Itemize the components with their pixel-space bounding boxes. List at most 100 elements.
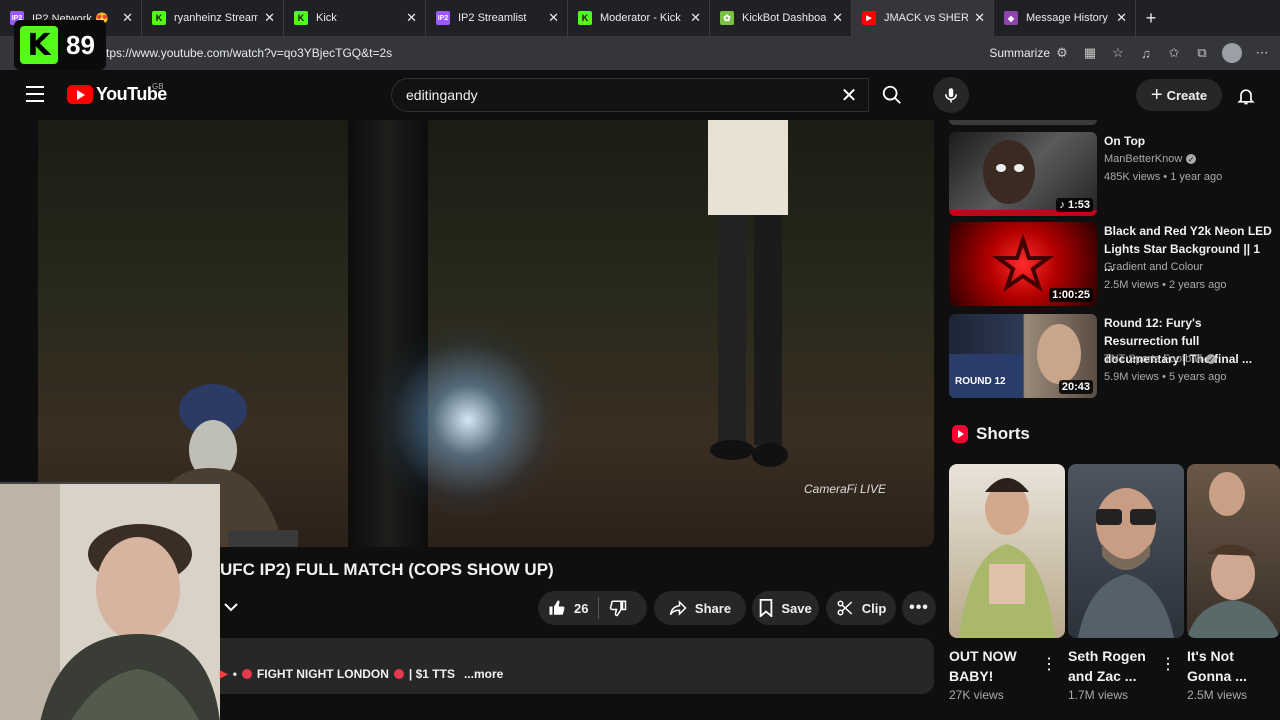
- close-icon[interactable]: ✕: [122, 10, 133, 26]
- tab-moderator-kick[interactable]: K Moderator - Kick D ✕: [568, 0, 710, 36]
- recommended-video[interactable]: 1:00:25 Black and Red Y2k Neon LED Light…: [949, 222, 1274, 306]
- close-icon[interactable]: ✕: [264, 10, 275, 26]
- search-input[interactable]: [406, 87, 826, 103]
- close-icon[interactable]: ✕: [1116, 10, 1127, 26]
- thumbnail-caption: ROUND 12: [955, 376, 1006, 387]
- summarize-button[interactable]: Summarize ⚙: [989, 45, 1070, 61]
- more-options-icon[interactable]: ⋯: [1254, 45, 1270, 61]
- short-item[interactable]: It's Not Gonna ... 2.5M views: [1187, 464, 1280, 702]
- hamburger-menu-icon[interactable]: [26, 86, 44, 102]
- tab-ryanheinz-stream[interactable]: K ryanheinz Stream - ✕: [142, 0, 284, 36]
- bookmark-icon: [760, 599, 773, 617]
- bullet-separator: •: [232, 667, 237, 681]
- tab-label: Message History - \: [1026, 12, 1110, 24]
- tab-youtube-active[interactable]: ▶ JMACK vs SHERWI ✕: [852, 0, 994, 36]
- recommended-video[interactable]: ROUND 12 20:43 Round 12: Fury's Resurrec…: [949, 314, 1274, 398]
- youtube-play-icon: [67, 85, 93, 104]
- short-views: 1.7M views: [1068, 688, 1129, 702]
- recommended-video[interactable]: ♪ 1:53 On Top ManBetterKnow ✓ 485K views…: [949, 132, 1274, 216]
- share-label: Share: [694, 600, 732, 616]
- share-icon: [669, 600, 687, 616]
- channel-name[interactable]: Gradient and Colour: [1104, 261, 1203, 273]
- kick-favicon-icon: K: [294, 11, 308, 25]
- short-item[interactable]: Seth Rogen and Zac ... 1.7M views ⋮: [1068, 464, 1184, 702]
- short-thumbnail[interactable]: [1068, 464, 1184, 638]
- shorts-heading: Shorts: [952, 424, 1030, 444]
- channel-name[interactable]: ManBetterKnow ✓: [1104, 153, 1197, 165]
- search-icon: [882, 85, 901, 104]
- tab-label: ryanheinz Stream -: [174, 12, 259, 24]
- kebab-menu-icon[interactable]: ⋮: [1160, 654, 1176, 674]
- kick-logo-icon: K: [20, 26, 58, 64]
- close-icon[interactable]: ✕: [548, 10, 559, 26]
- profile-avatar[interactable]: [1222, 43, 1242, 63]
- bookmark-star-icon[interactable]: ☆: [1110, 45, 1126, 61]
- close-icon[interactable]: ✕: [832, 10, 843, 26]
- video-watermark: CameraFi LIVE: [804, 482, 887, 496]
- search-box: [391, 78, 869, 112]
- close-icon[interactable]: ✕: [406, 10, 417, 26]
- more-actions-button[interactable]: •••: [902, 591, 936, 625]
- scissors-icon: [837, 600, 852, 616]
- tab-kickbot-dashboard[interactable]: ✿ KickBot Dashboard ✕: [710, 0, 852, 36]
- tab-label: Moderator - Kick D: [600, 12, 685, 24]
- clip-button[interactable]: Clip: [826, 591, 896, 625]
- extensions-grid-icon[interactable]: ▦: [1082, 45, 1098, 61]
- browser-tab-bar: IP2 IP2 Network 😍 ✕ K ryanheinz Stream -…: [0, 0, 1280, 36]
- url-field[interactable]: https://www.youtube.com/watch?v=qo3YBjec…: [96, 40, 1016, 66]
- video-meta: 5.9M views • 5 years ago: [1104, 371, 1227, 383]
- share-button[interactable]: Share: [654, 591, 746, 625]
- webcam-person-image: [0, 484, 220, 720]
- new-tab-button[interactable]: +: [1136, 0, 1166, 36]
- short-views: 27K views: [949, 688, 1004, 702]
- notifications-button[interactable]: [1234, 84, 1258, 108]
- short-person-image: [1187, 472, 1280, 638]
- close-icon[interactable]: ✕: [974, 10, 985, 26]
- music-icon[interactable]: ♫: [1138, 45, 1154, 61]
- kick-viewer-count: 89: [66, 29, 95, 60]
- kick-favicon-icon: K: [152, 11, 166, 25]
- video-thumbnail[interactable]: ROUND 12 20:43: [949, 314, 1097, 398]
- tab-ip2-streamlist[interactable]: IP2 IP2 Streamlist ✕: [426, 0, 568, 36]
- clear-search-icon[interactable]: ✕: [838, 84, 860, 107]
- tab-message-history[interactable]: ◆ Message History - \ ✕: [994, 0, 1136, 36]
- favorites-icon[interactable]: ✩: [1166, 45, 1182, 61]
- save-button[interactable]: Save: [752, 591, 819, 625]
- voice-search-button[interactable]: [933, 77, 969, 113]
- kebab-menu-icon[interactable]: ⋮: [1041, 654, 1057, 674]
- short-thumbnail[interactable]: [949, 464, 1065, 638]
- short-person-image: [959, 478, 1055, 638]
- video-frame-light-flare: [368, 320, 568, 520]
- streamer-webcam: [0, 482, 220, 720]
- collections-icon[interactable]: ⧉: [1194, 45, 1210, 61]
- short-thumbnail[interactable]: [1187, 464, 1280, 638]
- channel-name[interactable]: TNT Sports Football ✓: [1104, 353, 1217, 365]
- save-label: Save: [781, 600, 812, 616]
- video-thumbnail[interactable]: ♪ 1:53: [949, 132, 1097, 216]
- shorts-title: Shorts: [976, 424, 1030, 443]
- close-icon[interactable]: ✕: [690, 10, 701, 26]
- video-meta: 485K views • 1 year ago: [1104, 171, 1223, 183]
- description-text: FIGHT NIGHT LONDON: [256, 667, 389, 681]
- create-button[interactable]: + Create: [1136, 79, 1222, 111]
- browser-toolbar-right: Summarize ⚙ ▦ ☆ ♫ ✩ ⧉ ⋯: [989, 40, 1270, 66]
- bell-icon: [1237, 89, 1255, 105]
- tab-label: JMACK vs SHERWI: [884, 12, 969, 24]
- description-box[interactable]: [220, 638, 934, 694]
- like-button[interactable]: 26: [538, 591, 588, 625]
- search-button[interactable]: [869, 78, 915, 112]
- verified-check-icon: ✓: [1186, 154, 1197, 164]
- more-link[interactable]: ...more: [464, 667, 503, 681]
- like-divider: [598, 597, 600, 619]
- like-count: 26: [574, 600, 589, 616]
- video-thumbnail[interactable]: 1:00:25: [949, 222, 1097, 306]
- verified-check-icon: ✓: [1206, 354, 1217, 364]
- chevron-down-icon[interactable]: [222, 598, 240, 616]
- video-meta: 2.5M views • 2 years ago: [1104, 279, 1227, 291]
- dislike-button[interactable]: [609, 591, 627, 625]
- plus-icon: +: [1150, 83, 1163, 106]
- short-title: It's Not Gonna ...: [1187, 648, 1247, 684]
- tab-kick[interactable]: K Kick ✕: [284, 0, 426, 36]
- short-item[interactable]: OUT NOW BABY! 27K views ⋮: [949, 464, 1065, 702]
- short-title: OUT NOW BABY!: [949, 648, 1017, 684]
